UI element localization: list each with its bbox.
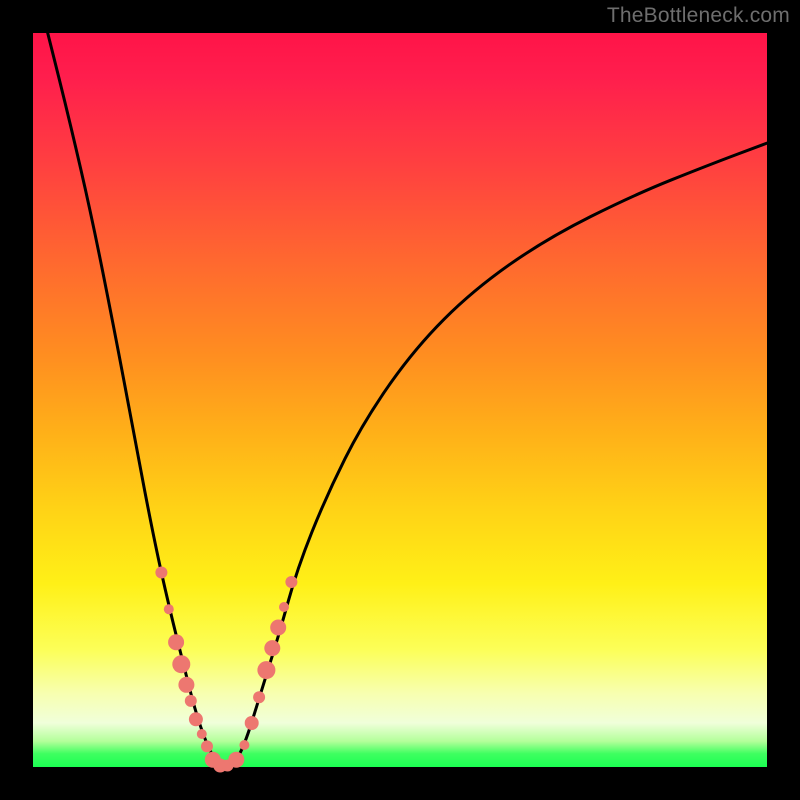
data-marker (172, 655, 190, 673)
chart-frame: TheBottleneck.com (0, 0, 800, 800)
data-marker (189, 712, 203, 726)
data-marker (253, 691, 265, 703)
watermark-text: TheBottleneck.com (607, 4, 790, 28)
data-marker (164, 604, 174, 614)
data-marker (279, 602, 289, 612)
data-marker (155, 567, 167, 579)
data-marker (264, 640, 280, 656)
bottleneck-curve (48, 33, 767, 766)
data-marker (228, 752, 244, 768)
data-marker (201, 740, 213, 752)
data-marker (197, 729, 207, 739)
data-marker (245, 716, 259, 730)
data-marker (185, 695, 197, 707)
data-markers (155, 567, 297, 773)
data-marker (239, 740, 249, 750)
data-marker (285, 576, 297, 588)
data-marker (168, 634, 184, 650)
data-marker (270, 620, 286, 636)
data-marker (178, 677, 194, 693)
data-marker (257, 661, 275, 679)
plot-area (33, 33, 767, 767)
chart-svg (33, 33, 767, 767)
